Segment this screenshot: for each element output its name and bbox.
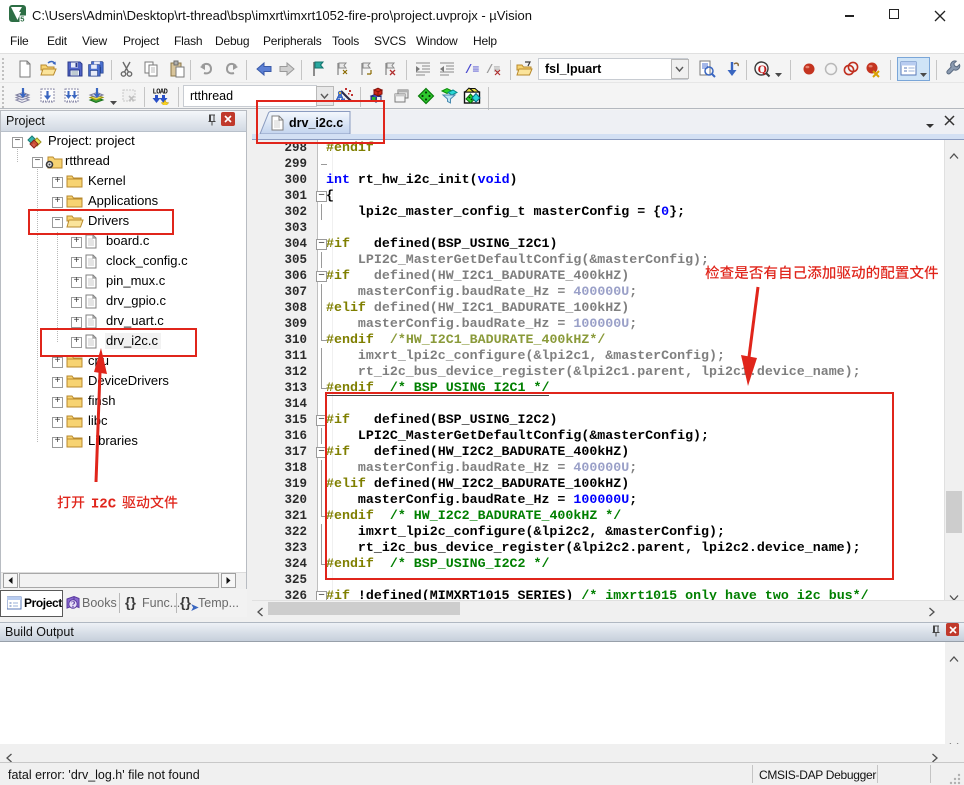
svg-text:C: C <box>108 496 117 512</box>
svg-text:?: ? <box>71 600 76 610</box>
svg-text:LOAD: LOAD <box>153 89 168 97</box>
svg-text:/≡: /≡ <box>486 63 500 77</box>
svg-text:2: 2 <box>99 496 107 512</box>
svg-text:/≡: /≡ <box>465 63 479 77</box>
svg-text:I: I <box>91 496 99 512</box>
svg-text:5: 5 <box>20 14 24 22</box>
